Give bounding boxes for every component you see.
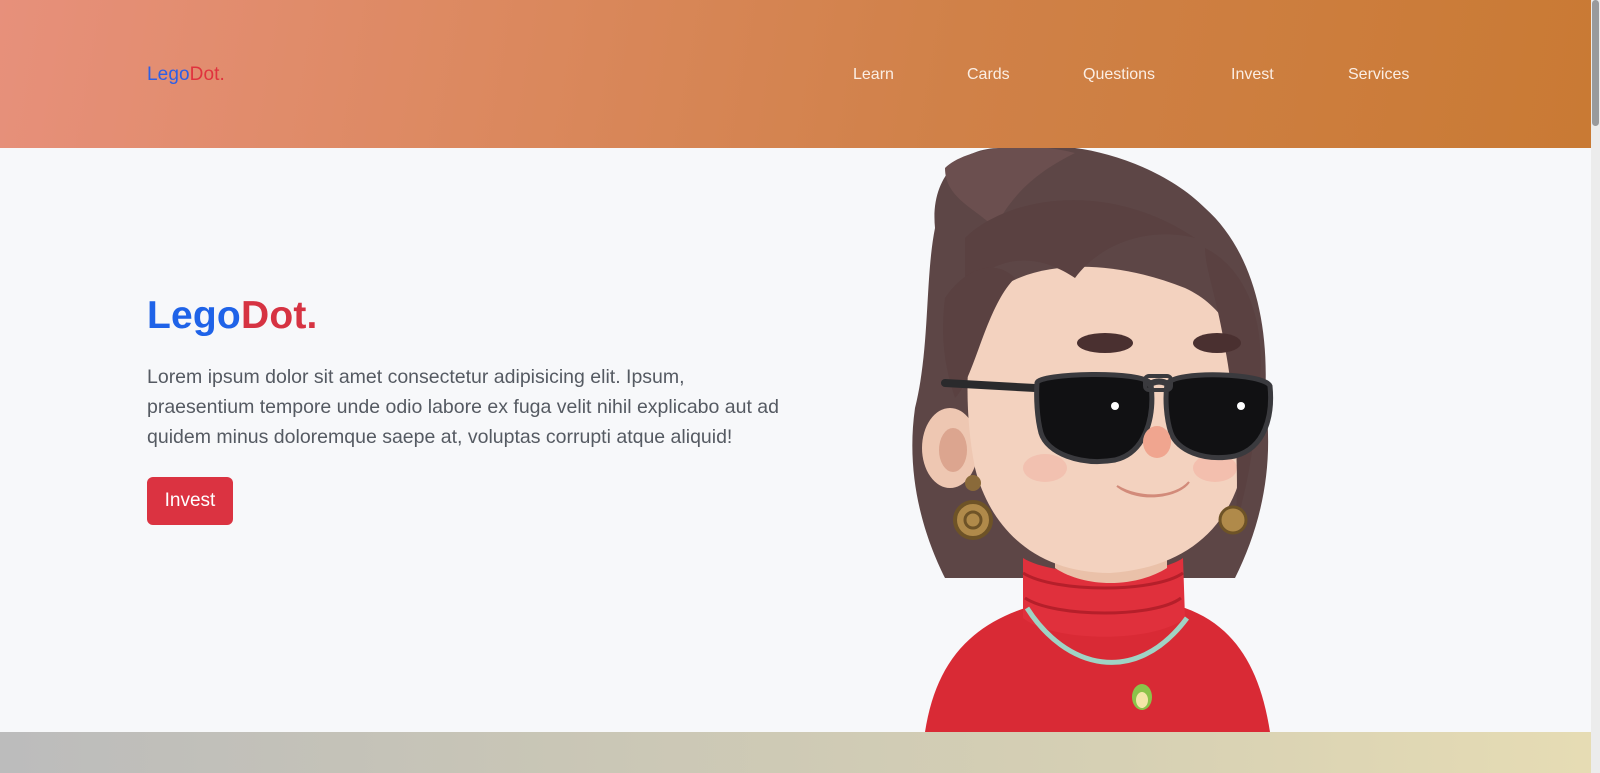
nav-link-learn[interactable]: Learn — [853, 64, 894, 86]
nav-link-services[interactable]: Services — [1348, 64, 1409, 86]
hero-description: Lorem ipsum dolor sit amet consectetur a… — [147, 366, 779, 448]
page-scrollbar[interactable] — [1591, 0, 1600, 773]
nav-link-questions[interactable]: Questions — [1083, 64, 1155, 86]
navbar: LegoDot. Learn Cards Questions Invest Se… — [0, 0, 1591, 148]
nav-link-cards[interactable]: Cards — [967, 64, 1010, 86]
hero-section: LegoDot. Lorem ipsum dolor sit amet cons… — [0, 148, 1591, 732]
invest-button[interactable]: Invest — [147, 477, 233, 525]
hero-title-part-lego: Lego — [147, 294, 241, 337]
page: LegoDot. Learn Cards Questions Invest Se… — [0, 0, 1600, 773]
scrollbar-thumb[interactable] — [1592, 0, 1599, 126]
hero-title-part-dot: Dot. — [240, 294, 318, 337]
nav-link-invest[interactable]: Invest — [1231, 64, 1274, 86]
nav-links: Learn Cards Questions Invest Services — [0, 64, 1591, 88]
next-section-band — [0, 732, 1591, 773]
hero-title: LegoDot. — [147, 291, 318, 341]
avatar-illustration — [912, 148, 1274, 732]
